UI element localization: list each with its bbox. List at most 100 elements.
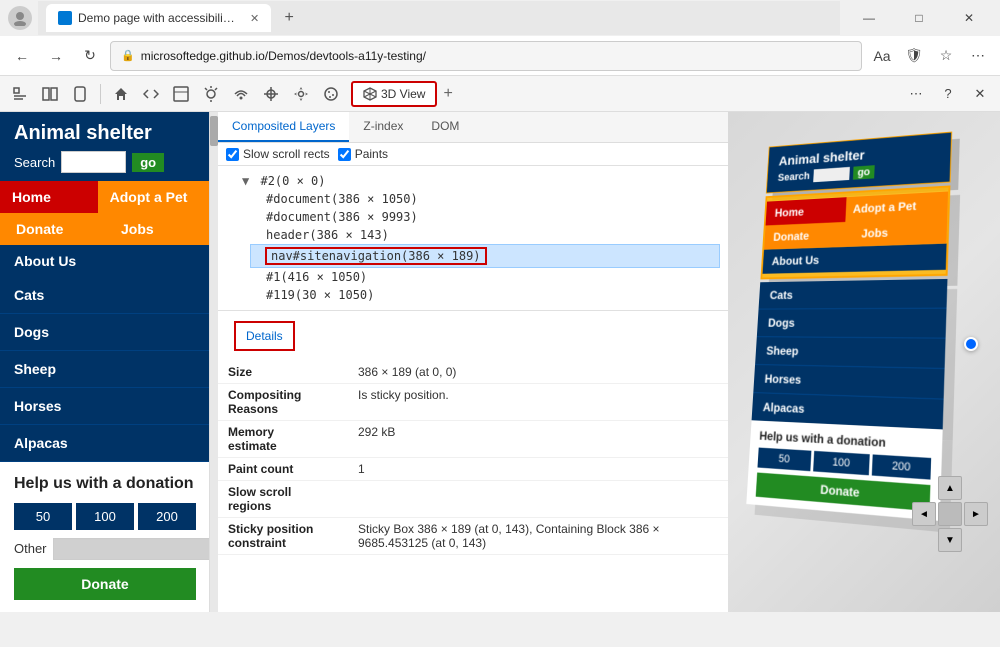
details-row-sticky: Sticky positionconstraint Sticky Box 386… <box>218 518 728 555</box>
tree-item-header[interactable]: header(386 × 143) <box>250 226 720 244</box>
3d-layer-header: Animal shelter Search go <box>766 132 952 194</box>
reader-view-button[interactable]: Aa <box>868 42 896 70</box>
details-label-size: Size <box>218 361 348 384</box>
list-item-alpacas[interactable]: Alpacas <box>0 425 210 462</box>
devtools-settings-btn[interactable] <box>287 80 315 108</box>
more-button[interactable]: ⋯ <box>964 42 992 70</box>
other-amount-input[interactable] <box>53 538 210 560</box>
animal-list: Cats Dogs Sheep Horses Alpacas <box>0 277 210 462</box>
devtools-split-btn[interactable] <box>36 80 64 108</box>
devtools-help-btn[interactable]: ? <box>934 80 962 108</box>
list-item-dogs[interactable]: Dogs <box>0 314 210 351</box>
nav-home-link[interactable]: Home <box>0 181 98 213</box>
devtools-network-btn[interactable] <box>167 80 195 108</box>
website-preview: Animal shelter Search go Home Adopt a Pe… <box>0 112 210 612</box>
tab-dom[interactable]: DOM <box>417 112 473 142</box>
search-row: Search go <box>14 151 196 173</box>
devtools-close-btn[interactable]: ✕ <box>966 80 994 108</box>
3d-sheep: Sheep <box>755 337 946 369</box>
website-preview-panel: Animal shelter Search go Home Adopt a Pe… <box>0 112 210 612</box>
forward-button[interactable]: → <box>42 42 70 70</box>
list-item-horses[interactable]: Horses <box>0 388 210 425</box>
search-button[interactable]: go <box>132 153 164 172</box>
paints-checkbox[interactable] <box>338 148 351 161</box>
minimize-button[interactable]: — <box>846 2 892 34</box>
devtools-crosshair-btn[interactable] <box>257 80 285 108</box>
slow-scroll-label[interactable]: Slow scroll rects <box>226 147 330 161</box>
profile-avatar[interactable] <box>8 6 32 30</box>
back-button[interactable]: ← <box>8 42 36 70</box>
donate-button[interactable]: Donate <box>14 568 196 600</box>
tree-item-document2[interactable]: #document(386 × 9993) <box>250 208 720 226</box>
active-tab[interactable]: Demo page with accessibility iss... ✕ <box>46 4 271 32</box>
details-row-slow-scroll: Slow scrollregions <box>218 481 728 518</box>
maximize-button[interactable]: □ <box>896 2 942 34</box>
3d-nav-right-button[interactable]: ► <box>964 502 988 526</box>
scrollbar-thumb[interactable] <box>210 116 218 146</box>
details-label-memory: Memoryestimate <box>218 421 348 458</box>
tab-bar: Demo page with accessibility iss... ✕ + <box>38 1 840 35</box>
nav-donate-link[interactable]: Donate <box>0 213 105 245</box>
devtools-elements-btn[interactable] <box>6 80 34 108</box>
details-value-slow-scroll <box>348 481 728 518</box>
devtools-device-btn[interactable] <box>66 80 94 108</box>
left-panel-scrollbar[interactable] <box>210 112 218 612</box>
layers-tree: ▼ #2(0 × 0) #document(386 × 1050) #docum… <box>218 166 728 310</box>
nav-row-2: Donate Jobs <box>0 213 210 245</box>
3d-canvas: Animal shelter Search go Home Adopt a Pe… <box>728 112 1000 612</box>
devtools-home-btn[interactable] <box>107 80 135 108</box>
details-row-memory: Memoryestimate 292 kB <box>218 421 728 458</box>
devtools-wifi-btn[interactable] <box>227 80 255 108</box>
refresh-button[interactable]: ↻ <box>76 42 104 70</box>
3d-nav-left-button[interactable]: ◄ <box>912 502 936 526</box>
nav-right-controls: Aa 🛡 ☆ ⋯ <box>868 42 992 70</box>
tab-z-index[interactable]: Z-index <box>349 112 417 142</box>
close-tab-button[interactable]: ✕ <box>250 12 259 25</box>
new-tab-button[interactable]: + <box>275 4 303 32</box>
address-bar[interactable]: 🔒 microsoftedge.github.io/Demos/devtools… <box>110 41 862 71</box>
tab-favicon <box>58 11 72 25</box>
title-bar: Demo page with accessibility iss... ✕ + … <box>0 0 1000 36</box>
devtools-more-btn[interactable]: ⋯ <box>902 80 930 108</box>
nav-about-link[interactable]: About Us <box>0 245 210 277</box>
details-row-compositing: CompositingReasons Is sticky position. <box>218 384 728 421</box>
amount-100-button[interactable]: 100 <box>76 503 134 530</box>
tree-item-1[interactable]: #1(416 × 1050) <box>250 268 720 286</box>
tree-item-document1[interactable]: #document(386 × 1050) <box>250 190 720 208</box>
tab-composited-layers[interactable]: Composited Layers <box>218 112 349 142</box>
nav-row-1: Home Adopt a Pet <box>0 181 210 213</box>
3d-nav-down-button[interactable]: ▼ <box>938 528 962 552</box>
tree-root[interactable]: ▼ #2(0 × 0) <box>226 172 720 190</box>
3d-nav-up-button[interactable]: ▲ <box>938 476 962 500</box>
details-label-paint: Paint count <box>218 458 348 481</box>
3d-search-input <box>813 167 850 182</box>
donation-section: Help us with a donation 50 100 200 Other… <box>0 462 210 612</box>
nav-adopt-link[interactable]: Adopt a Pet <box>98 181 210 213</box>
slow-scroll-checkbox[interactable] <box>226 148 239 161</box>
amount-200-button[interactable]: 200 <box>138 503 196 530</box>
browser-essentials-button[interactable]: 🛡 <box>900 42 928 70</box>
details-value-size: 386 × 189 (at 0, 0) <box>348 361 728 384</box>
list-item-cats[interactable]: Cats <box>0 277 210 314</box>
3dview-panel-button[interactable]: 3D View <box>351 81 437 107</box>
3d-nav-center-button[interactable] <box>938 502 962 526</box>
close-window-button[interactable]: ✕ <box>946 2 992 34</box>
paints-label[interactable]: Paints <box>338 147 388 161</box>
devtools-cookie-btn[interactable] <box>317 80 345 108</box>
nav-jobs-link[interactable]: Jobs <box>105 213 210 245</box>
tree-root-label: #2(0 × 0) <box>260 174 325 188</box>
list-item-sheep[interactable]: Sheep <box>0 351 210 388</box>
tree-item-nav-highlighted[interactable]: nav#sitenavigation(386 × 189) <box>250 244 720 268</box>
add-panel-button[interactable]: + <box>443 85 452 103</box>
devtools-bug-btn[interactable] <box>197 80 225 108</box>
site-header: Animal shelter Search go <box>0 112 210 181</box>
amount-50-button[interactable]: 50 <box>14 503 72 530</box>
search-input[interactable] <box>61 151 126 173</box>
slow-scroll-text: Slow scroll rects <box>243 147 330 161</box>
details-panel: Details Size 386 × 189 (at 0, 0) Composi… <box>218 310 728 612</box>
tree-item-119[interactable]: #119(30 × 1050) <box>250 286 720 304</box>
favorites-button[interactable]: ☆ <box>932 42 960 70</box>
address-text: microsoftedge.github.io/Demos/devtools-a… <box>141 49 851 63</box>
devtools-center-panel: Composited Layers Z-index DOM Slow scrol… <box>218 112 728 612</box>
devtools-code-btn[interactable] <box>137 80 165 108</box>
